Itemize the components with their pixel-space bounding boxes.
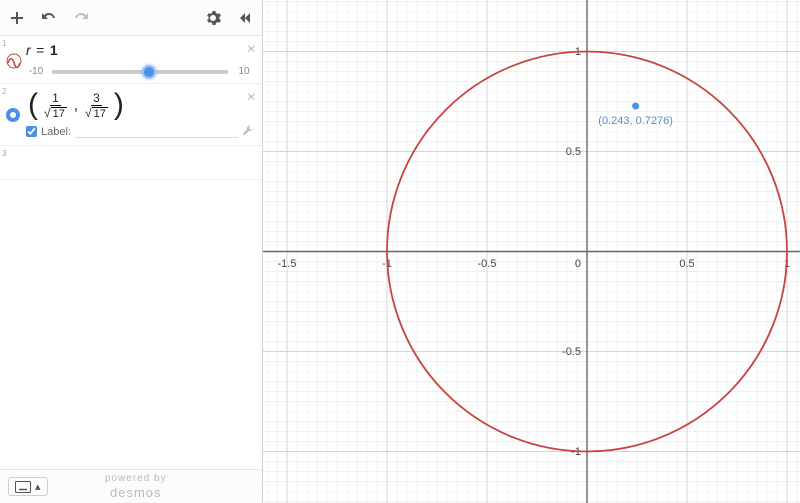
- slider-track[interactable]: [52, 70, 228, 74]
- wrench-icon[interactable]: [242, 124, 254, 139]
- radicand: 17: [51, 107, 67, 120]
- right-paren: ): [114, 90, 124, 120]
- caret-up-icon: ▴: [35, 480, 41, 493]
- footer: ▴ powered by desmos: [0, 469, 262, 503]
- left-paren: (: [28, 90, 38, 120]
- label-checkbox[interactable]: [26, 126, 37, 137]
- label-row: Label:: [26, 124, 254, 139]
- svg-text:0.5: 0.5: [679, 258, 694, 270]
- delete-expression-button[interactable]: ×: [247, 90, 256, 106]
- expression-index: 1: [2, 39, 6, 48]
- keyboard-button[interactable]: ▴: [8, 477, 48, 496]
- expression-3[interactable]: 3: [0, 146, 262, 180]
- slider[interactable]: -10 10: [26, 66, 254, 77]
- equals: =: [36, 42, 44, 58]
- graph-svg: -1.5 -1 -0.5 0 0.5 1 0.5 1 -0.5 -1 (0.24…: [263, 0, 800, 503]
- expression-1[interactable]: 1 × r = 1 -10 10: [0, 36, 262, 84]
- var-r: r: [26, 42, 31, 58]
- fraction-1: 1 √17: [42, 91, 69, 120]
- point-icon[interactable]: [6, 108, 20, 122]
- expression-formula[interactable]: r = 1: [26, 42, 254, 60]
- expression-panel: 1 × r = 1 -10 10 2: [0, 0, 263, 503]
- curve-icon[interactable]: [6, 53, 20, 67]
- fraction-2: 3 √17: [83, 91, 110, 120]
- powered-text: powered by: [105, 473, 167, 485]
- slider-max[interactable]: 10: [234, 66, 254, 77]
- expression-index: 2: [2, 87, 6, 96]
- svg-text:0: 0: [575, 258, 581, 270]
- expression-list: 1 × r = 1 -10 10 2: [0, 36, 262, 469]
- label-input[interactable]: [75, 125, 238, 138]
- numerator: 3: [91, 91, 102, 106]
- add-expression-button[interactable]: [8, 9, 26, 27]
- svg-text:-0.5: -0.5: [562, 346, 581, 358]
- delete-expression-button[interactable]: ×: [247, 42, 256, 58]
- svg-text:-0.5: -0.5: [478, 258, 497, 270]
- collapse-panel-button[interactable]: [236, 9, 254, 27]
- expression-index: 3: [2, 149, 6, 158]
- redo-button[interactable]: [72, 9, 90, 27]
- powered-by: powered by desmos: [105, 473, 167, 501]
- svg-text:-1.5: -1.5: [278, 258, 297, 270]
- label-text: Label:: [41, 126, 71, 138]
- expression-formula[interactable]: ( 1 √17 , 3 √17 ): [26, 90, 254, 120]
- comma: ,: [74, 97, 78, 114]
- graph-area[interactable]: -1.5 -1 -0.5 0 0.5 1 0.5 1 -0.5 -1 (0.24…: [263, 0, 800, 503]
- value: 1: [50, 42, 58, 58]
- brand-text: desmos: [105, 485, 167, 501]
- settings-button[interactable]: [204, 9, 222, 27]
- numerator: 1: [50, 91, 61, 106]
- slider-min[interactable]: -10: [26, 66, 46, 77]
- toolbar: [0, 0, 262, 36]
- slider-thumb[interactable]: [142, 65, 156, 79]
- expression-2[interactable]: 2 × ( 1 √17 , 3 √17 ): [0, 84, 262, 146]
- plotted-point[interactable]: [632, 103, 639, 110]
- undo-button[interactable]: [40, 9, 58, 27]
- radicand: 17: [92, 107, 108, 120]
- point-label: (0.243, 0.7276): [598, 115, 673, 127]
- svg-text:0.5: 0.5: [566, 146, 581, 158]
